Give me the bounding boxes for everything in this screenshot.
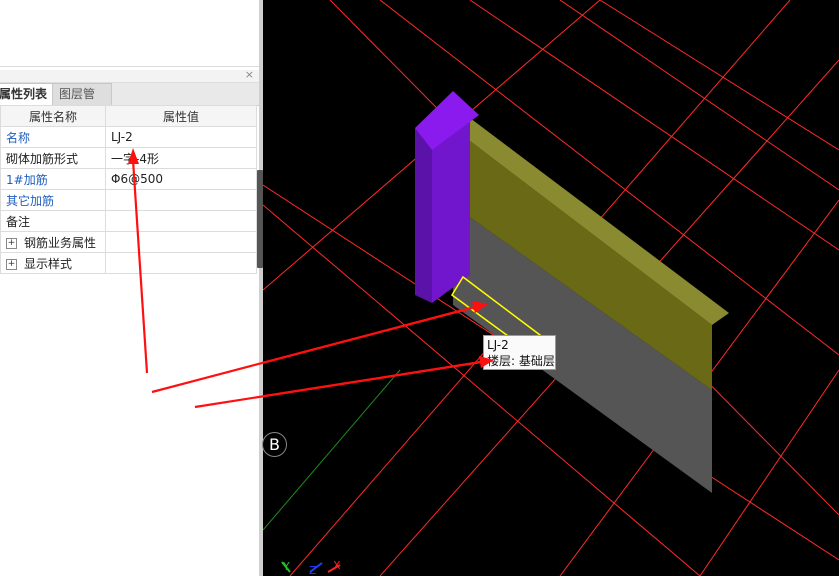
close-icon[interactable]: × xyxy=(245,69,254,81)
table-row[interactable]: + 钢筋业务属性 xyxy=(0,231,257,253)
property-group-label: 钢筋业务属性 xyxy=(24,235,97,250)
axis-x-label: X xyxy=(333,559,341,572)
property-name: 砌体加筋形式 xyxy=(0,147,106,169)
3d-viewport[interactable] xyxy=(263,0,839,576)
expand-icon[interactable]: + xyxy=(6,237,17,249)
property-name: 备注 xyxy=(0,210,106,232)
element-tooltip: LJ-2 楼层: 基础层 xyxy=(483,335,556,370)
table-row[interactable]: 名称 LJ-2 xyxy=(0,126,257,148)
table-row[interactable]: 备注 xyxy=(0,210,257,232)
left-panel: × 属性列表 图层管理 属性名称 属性值 名称 LJ-2 砌体加筋形式 一字-4… xyxy=(0,0,259,576)
column-header-name: 属性名称 xyxy=(0,105,106,127)
property-group[interactable]: + 显示样式 xyxy=(0,252,106,274)
table-row[interactable]: 砌体加筋形式 一字-4形 xyxy=(0,147,257,169)
table-row[interactable]: 其它加筋 xyxy=(0,189,257,211)
property-group-label: 显示样式 xyxy=(24,256,73,271)
column-side-face[interactable] xyxy=(415,128,432,303)
property-value[interactable]: Φ6@500 xyxy=(105,168,257,190)
table-row[interactable]: 1#加筋 Φ6@500 xyxy=(0,168,257,190)
scene-drawing xyxy=(263,0,839,576)
tooltip-floor: 楼层: 基础层 xyxy=(487,354,555,368)
property-name: 其它加筋 xyxy=(0,189,106,211)
column-header-value: 属性值 xyxy=(105,105,257,127)
tab-layer-management[interactable]: 图层管理 xyxy=(52,83,112,122)
axis-y-label: Y xyxy=(283,560,290,573)
property-value xyxy=(105,231,257,253)
property-value[interactable] xyxy=(105,210,257,232)
axis-z-label: Z xyxy=(309,564,317,577)
property-group[interactable]: + 钢筋业务属性 xyxy=(0,231,106,253)
panel-header: × xyxy=(0,69,259,83)
grid-axis-marker[interactable]: B xyxy=(262,432,287,457)
property-name: 名称 xyxy=(0,126,106,148)
tooltip-element-name: LJ-2 xyxy=(487,338,509,352)
property-value[interactable]: LJ-2 xyxy=(105,126,257,148)
table-row[interactable]: + 显示样式 xyxy=(0,252,257,274)
property-value[interactable]: 一字-4形 xyxy=(105,147,257,169)
panel-tabs: 属性列表 图层管理 xyxy=(0,83,259,122)
property-grid: 属性名称 属性值 名称 LJ-2 砌体加筋形式 一字-4形 1#加筋 Φ6@50… xyxy=(0,105,257,274)
property-value[interactable] xyxy=(105,189,257,211)
tab-properties-list[interactable]: 属性列表 xyxy=(0,83,54,106)
expand-icon[interactable]: + xyxy=(6,258,17,270)
property-value xyxy=(105,252,257,274)
top-empty-area xyxy=(0,0,259,67)
property-name: 1#加筋 xyxy=(0,168,106,190)
